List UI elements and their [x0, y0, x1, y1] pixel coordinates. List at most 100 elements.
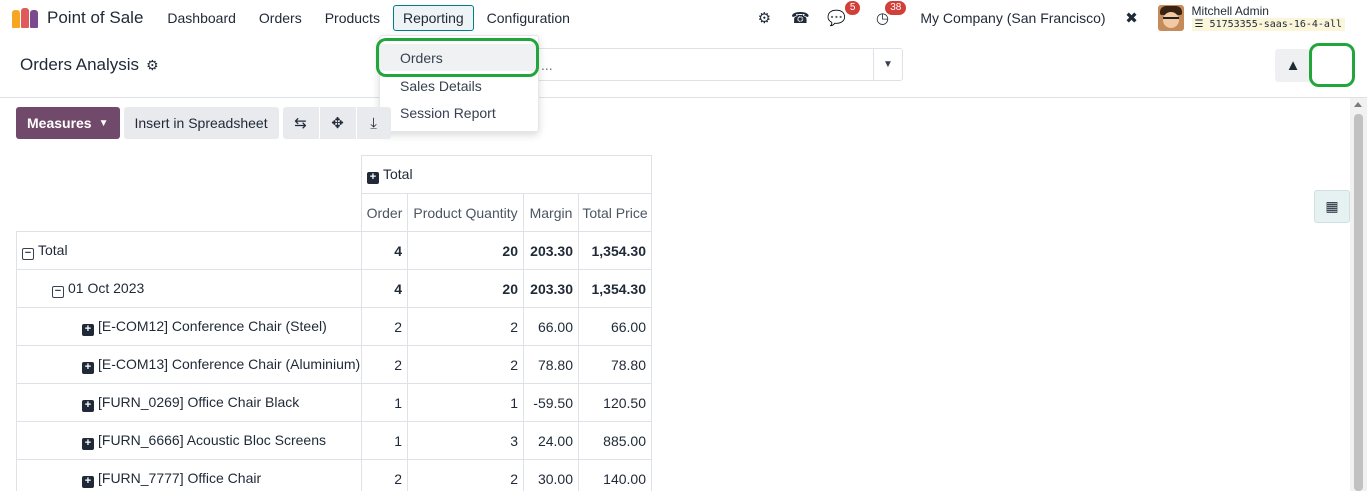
plus-square-icon: + [82, 437, 94, 450]
pivot-cell[interactable]: 2 [361, 307, 408, 346]
dropdown-item-orders[interactable]: Orders [380, 44, 538, 71]
pivot-row-label: [FURN_7777] Office Chair [98, 469, 262, 486]
app-brand[interactable]: Point of Sale [12, 7, 157, 28]
nav-products[interactable]: Products [315, 5, 390, 31]
pivot-cell[interactable]: -59.50 [523, 383, 579, 422]
dropdown-item-sales-details[interactable]: Sales Details [380, 72, 538, 99]
database-name: ☰ 51753355-saas-16-4-all [1191, 17, 1345, 31]
pivot-table: + Total Order Product Quantity Margin Tot… [16, 155, 652, 491]
pivot-cell[interactable]: 78.80 [578, 345, 652, 384]
pivot-cell[interactable]: 203.30 [523, 231, 579, 270]
caret-down-icon: ▼ [98, 117, 109, 129]
pivot-cell[interactable]: 885.00 [578, 421, 652, 460]
page-scrollbar[interactable] [1350, 98, 1367, 491]
pivot-cell[interactable]: 4 [361, 231, 408, 270]
pivot-row-header[interactable]: + [FURN_0269] Office Chair Black [16, 383, 362, 422]
area-chart-icon: ▲ [1285, 57, 1301, 74]
chat-badge: 5 [844, 0, 861, 15]
scroll-up-arrow-icon[interactable] [1354, 102, 1362, 107]
pivot-cell[interactable]: 2 [407, 345, 524, 384]
dropdown-item-session-report[interactable]: Session Report [380, 99, 538, 126]
nav-dashboard[interactable]: Dashboard [157, 5, 246, 31]
pivot-cell[interactable]: 2 [361, 345, 408, 384]
nav-reporting[interactable]: Reporting [392, 4, 474, 31]
debug-bug-icon[interactable]: ⚙ [752, 6, 776, 30]
expand-all-button[interactable]: ✥ [319, 107, 356, 139]
avatar [1157, 4, 1184, 31]
plus-square-icon: + [82, 399, 94, 412]
pivot-cell[interactable]: 1,354.30 [578, 231, 652, 270]
gear-icon[interactable]: ⚙ [146, 57, 159, 74]
pivot-cell[interactable]: 66.00 [523, 307, 579, 346]
pivot-cell[interactable]: 1,354.30 [578, 269, 652, 308]
phone-icon[interactable]: ☎ [788, 6, 812, 30]
insert-spreadsheet-button[interactable]: Insert in Spreadsheet [123, 107, 279, 139]
pivot-cell[interactable]: 2 [361, 459, 408, 491]
flip-axis-button[interactable]: ⇆ [282, 107, 319, 139]
nav-orders[interactable]: Orders [249, 5, 312, 31]
caret-down-icon[interactable]: ▼ [873, 49, 902, 80]
pivot-cell[interactable]: 2 [407, 459, 524, 491]
company-switcher[interactable]: My Company (San Francisco) [920, 10, 1105, 26]
activity-clock-icon[interactable]: ◷ 38 [870, 0, 907, 30]
measure-header-order[interactable]: Order [361, 193, 408, 232]
pivot-row: + [E-COM12] Conference Chair (Steel) 2 2 66.… [16, 307, 652, 346]
pivot-row-header[interactable]: − Total [16, 231, 362, 270]
measures-button[interactable]: Measures ▼ [16, 107, 120, 139]
pivot-row: + [E-COM13] Conference Chair (Aluminium) 2… [16, 345, 652, 384]
pivot-row: −01 Oct 2023 4 20 203.30 1,354.30 [16, 269, 652, 308]
activity-badge: 38 [885, 0, 907, 15]
col-header-label: Total [383, 165, 413, 182]
pivot-row-label: 01 Oct 2023 [68, 279, 145, 296]
pivot-row-label: [E-COM13] Conference Chair (Aluminium) [98, 355, 361, 372]
pivot-cell[interactable]: 78.80 [523, 345, 579, 384]
minus-square-icon: − [22, 247, 34, 260]
nav-configuration[interactable]: Configuration [477, 5, 580, 31]
pivot-cell[interactable]: 66.00 [578, 307, 652, 346]
pivot-row-label: Total [38, 241, 68, 258]
pivot-row: + [FURN_7777] Office Chair 2 2 30.00 140.00 [16, 459, 652, 491]
pivot-cell[interactable]: 120.50 [578, 383, 652, 422]
search-bar[interactable]: ... ▼ [534, 48, 903, 81]
chat-icon[interactable]: 💬 5 [824, 0, 861, 30]
reporting-dropdown-menu: Orders Sales Details Session Report [379, 35, 539, 132]
pivot-view-button[interactable]: ▦ [1314, 190, 1350, 223]
pivot-corner-cell [16, 155, 362, 232]
page-title: Orders Analysis ⚙ [20, 55, 159, 75]
pivot-cell[interactable]: 30.00 [523, 459, 579, 491]
pivot-row-header[interactable]: −01 Oct 2023 [16, 269, 362, 308]
app-name: Point of Sale [47, 7, 144, 27]
pivot-row-header[interactable]: + [E-COM12] Conference Chair (Steel) [16, 307, 362, 346]
pivot-cell[interactable]: 20 [407, 231, 524, 270]
download-button[interactable]: ⤓ [356, 107, 391, 139]
graph-view-button[interactable]: ▲ [1275, 49, 1311, 82]
tools-icon[interactable]: ✖ [1120, 6, 1144, 30]
pivot-cell[interactable]: 20 [407, 269, 524, 308]
plus-square-icon: + [82, 475, 94, 488]
pivot-row-header[interactable]: + [FURN_7777] Office Chair [16, 459, 362, 491]
user-menu[interactable]: Mitchell Admin ☰ 51753355-saas-16-4-all [1157, 4, 1345, 31]
pivot-cell[interactable]: 4 [361, 269, 408, 308]
measure-header-margin[interactable]: Margin [523, 193, 579, 232]
pivot-toolbar: Measures ▼ Insert in Spreadsheet ⇆ ✥ ⤓ [16, 107, 392, 139]
pivot-row-header[interactable]: + [FURN_6666] Acoustic Bloc Screens [16, 421, 362, 460]
measure-header-product-quantity[interactable]: Product Quantity [407, 193, 524, 232]
pivot-cell[interactable]: 1 [361, 421, 408, 460]
pivot-cell[interactable]: 24.00 [523, 421, 579, 460]
measure-header-total-price[interactable]: Total Price [578, 193, 652, 232]
pivot-cell[interactable]: 1 [361, 383, 408, 422]
pivot-cell[interactable]: 1 [407, 383, 524, 422]
pivot-cell[interactable]: 140.00 [578, 459, 652, 491]
pivot-row-header[interactable]: + [E-COM13] Conference Chair (Aluminium) [16, 345, 362, 384]
pivot-cell[interactable]: 3 [407, 421, 524, 460]
search-input[interactable]: ... [535, 57, 873, 73]
pivot-cell[interactable]: 2 [407, 307, 524, 346]
database-name-text: 51753355-saas-16-4-all [1209, 18, 1342, 30]
scrollbar-thumb[interactable] [1354, 114, 1363, 491]
page-title-text: Orders Analysis [20, 55, 140, 74]
pivot-cell[interactable]: 203.30 [523, 269, 579, 308]
pivot-column-header-total[interactable]: + Total [361, 155, 652, 194]
pivot-row: − Total 4 20 203.30 1,354.30 [16, 231, 652, 270]
pivot-row: + [FURN_0269] Office Chair Black 1 1 -59.50 1… [16, 383, 652, 422]
pos-app-icon [12, 7, 39, 28]
